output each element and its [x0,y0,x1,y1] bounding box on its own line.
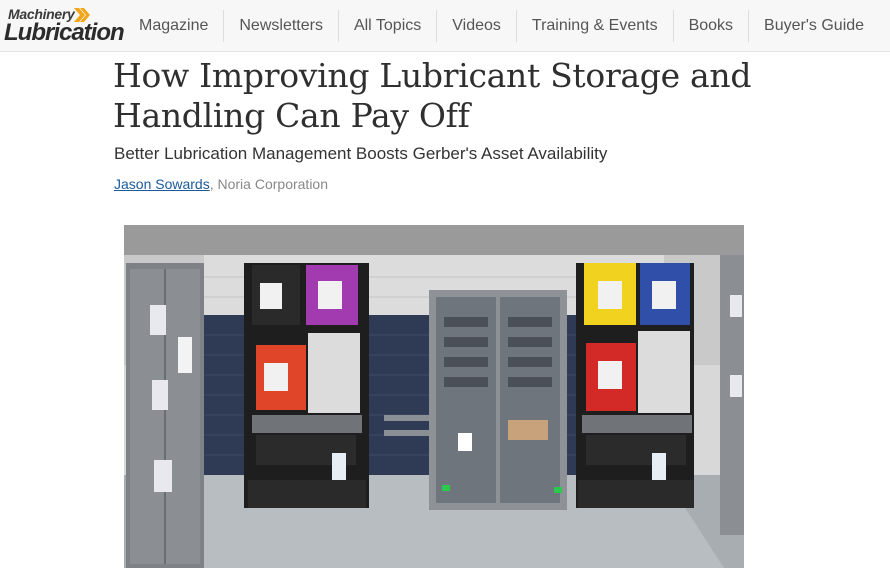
byline-separator: , [209,176,218,192]
author-link[interactable]: Jason Sowards [114,176,210,192]
nav-item-training-events[interactable]: Training & Events [515,10,673,42]
author-organization: Noria Corporation [217,176,329,192]
article-hero-image [124,225,744,568]
nav-item-videos[interactable]: Videos [436,10,516,42]
nav-item-newsletters[interactable]: Newsletters [223,10,338,42]
top-navigation-bar: Machinery Lubrication Magazine Newslette… [0,0,890,52]
article-title: How Improving Lubricant Storage and Hand… [113,56,752,135]
nav-item-books[interactable]: Books [672,10,748,42]
logo-line-lubrication: Lubrication [4,19,125,46]
article-byline: Jason Sowards, Noria Corporation [114,176,328,192]
nav-item-buyers-guide[interactable]: Buyer's Guide [748,10,879,42]
site-logo[interactable]: Machinery Lubrication [4,6,125,46]
nav-item-magazine[interactable]: Magazine [124,10,223,42]
article-subtitle: Better Lubrication Management Boosts Ger… [114,144,608,163]
lubricant-storage-room-photo [124,225,744,568]
main-menu: Magazine Newsletters All Topics Videos T… [124,10,879,42]
nav-item-all-topics[interactable]: All Topics [337,10,436,42]
